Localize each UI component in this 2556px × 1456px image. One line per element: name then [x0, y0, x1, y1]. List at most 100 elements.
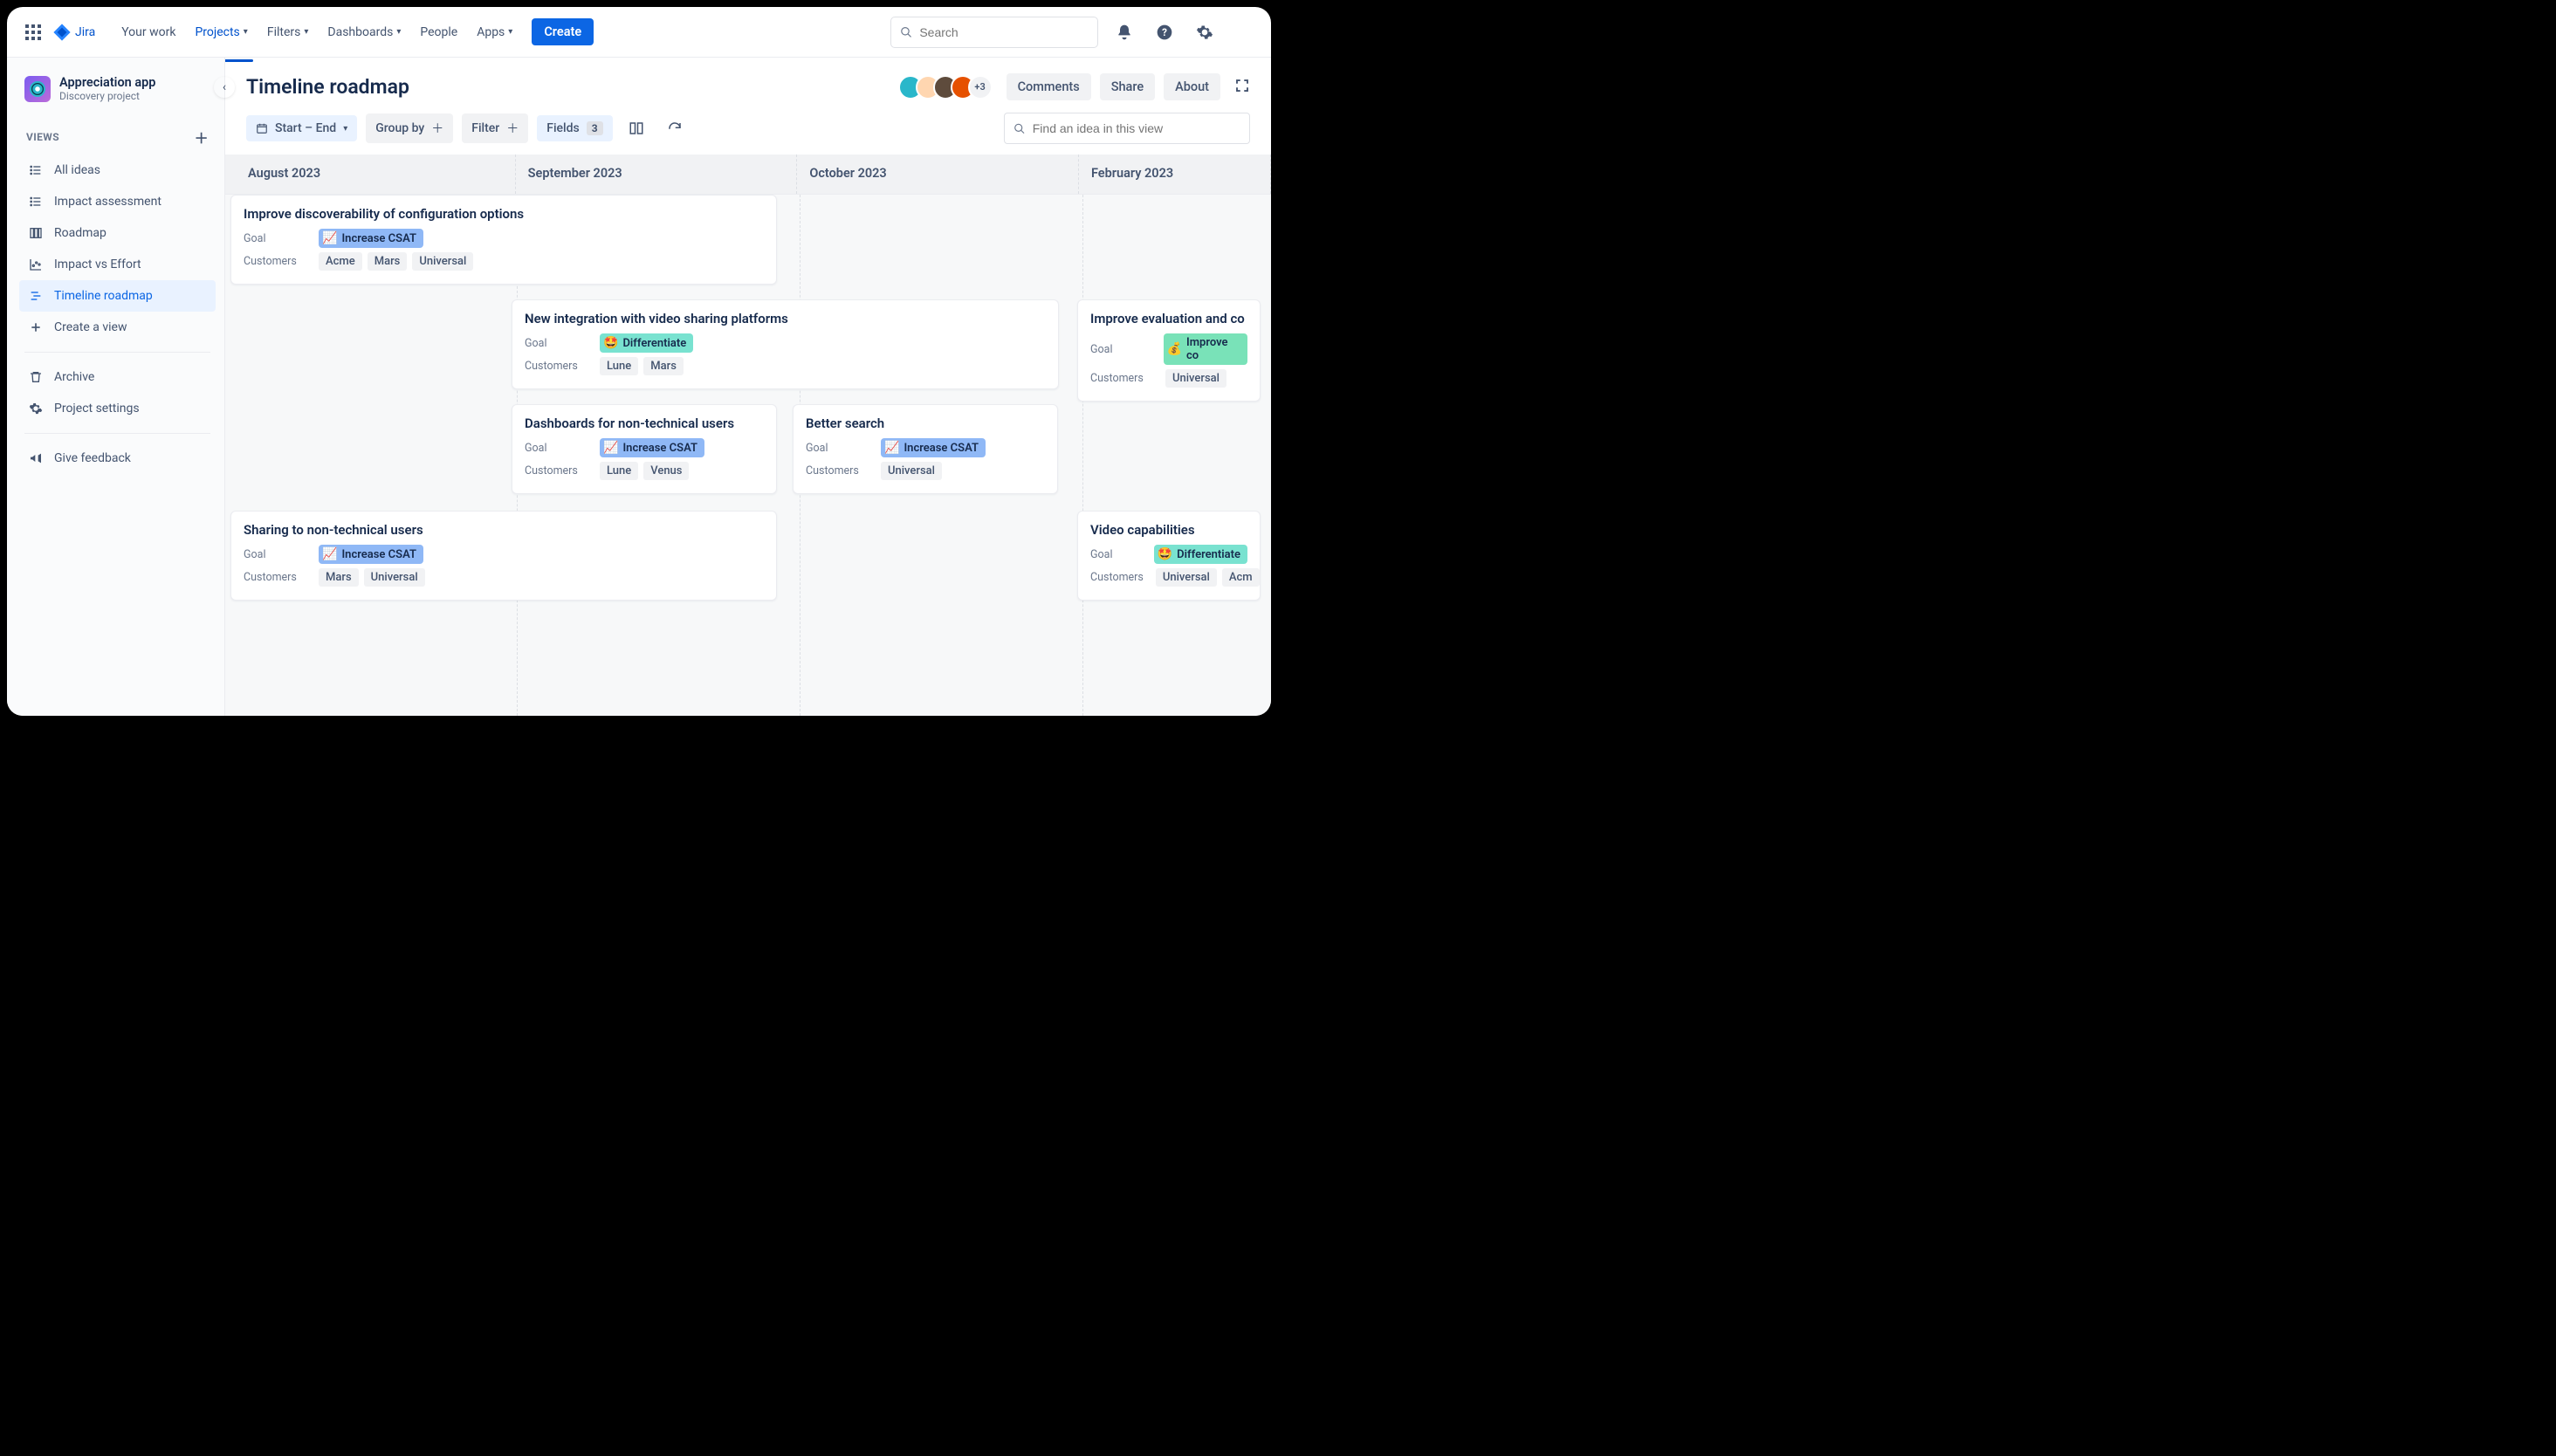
fields-button[interactable]: Fields 3	[537, 115, 612, 141]
customer-chip[interactable]: Universal	[1156, 568, 1217, 587]
sidebar-item-all-ideas[interactable]: All ideas	[19, 155, 216, 186]
app-switcher-icon[interactable]	[23, 22, 44, 43]
goal-tag[interactable]: 💰Improve co	[1164, 333, 1247, 365]
avatar-more[interactable]: +3	[968, 75, 993, 100]
customer-chip[interactable]: Universal	[881, 462, 942, 480]
goal-emoji-icon: 📈	[603, 441, 618, 455]
calendar-icon	[256, 122, 268, 134]
help-icon[interactable]: ?	[1151, 18, 1178, 46]
nav-people[interactable]: People	[411, 18, 466, 46]
idea-title: Better search	[806, 416, 1045, 431]
plus-icon: ＋	[506, 120, 519, 137]
jira-logo[interactable]: Jira	[52, 23, 95, 42]
timeline: August 2023 September 2023 October 2023 …	[225, 155, 1271, 716]
profile-avatar[interactable]	[1231, 20, 1255, 45]
customer-chip[interactable]: Mars	[643, 357, 684, 375]
add-view-icon[interactable]: ＋	[195, 127, 209, 148]
goal-tag[interactable]: 📈Increase CSAT	[319, 229, 423, 248]
nav-filters[interactable]: Filters▾	[258, 18, 318, 46]
sidebar-settings[interactable]: Project settings	[19, 393, 216, 424]
field-label-goal: Goal	[1090, 548, 1142, 561]
customer-chip[interactable]: Universal	[364, 568, 425, 587]
create-button[interactable]: Create	[532, 18, 594, 45]
date-range-picker[interactable]: Start – End ▾	[246, 115, 357, 141]
sidebar-archive[interactable]: Archive	[19, 361, 216, 393]
customer-chip[interactable]: Mars	[319, 568, 359, 587]
idea-title: Improve discoverability of configuration…	[244, 206, 764, 222]
project-header[interactable]: Appreciation app Discovery project	[19, 75, 216, 118]
customer-chip[interactable]: Universal	[1165, 369, 1226, 388]
group-by-button[interactable]: Group by ＋	[366, 113, 453, 143]
customer-chip[interactable]: Acme	[319, 252, 362, 271]
goal-emoji-icon: 📈	[322, 231, 337, 245]
customer-chip[interactable]: Venus	[643, 462, 689, 480]
global-search-input[interactable]	[919, 25, 1089, 39]
fullscreen-icon[interactable]	[1234, 78, 1250, 97]
timeline-column-header: September 2023	[516, 155, 798, 194]
customer-chip[interactable]: Acm	[1222, 568, 1260, 587]
field-label-goal: Goal	[244, 232, 306, 245]
sidebar-item-timeline-roadmap[interactable]: Timeline roadmap	[19, 280, 216, 312]
megaphone-icon	[28, 450, 44, 466]
filter-button[interactable]: Filter ＋	[462, 113, 528, 143]
refresh-icon[interactable]	[660, 113, 690, 143]
sidebar: ‹ Appreciation app Discovery project VIE…	[7, 58, 225, 716]
nav-dashboards[interactable]: Dashboards▾	[319, 18, 409, 46]
global-search[interactable]	[890, 17, 1098, 48]
goal-tag[interactable]: 📈Increase CSAT	[319, 545, 423, 564]
idea-title: Improve evaluation and co	[1090, 311, 1247, 326]
sidebar-item-create-a-view[interactable]: Create a view	[19, 312, 216, 343]
collaborator-avatars[interactable]: +3	[905, 75, 993, 100]
chevron-down-icon: ▾	[396, 27, 401, 37]
layout-settings-icon[interactable]	[622, 113, 651, 143]
settings-icon[interactable]	[1191, 18, 1219, 46]
idea-card[interactable]: Dashboards for non-technical usersGoal📈I…	[512, 404, 777, 494]
goal-tag[interactable]: 🤩Differentiate	[600, 333, 693, 353]
customer-chip[interactable]: Mars	[368, 252, 408, 271]
idea-card[interactable]: Video capabilitiesGoal🤩DifferentiateCust…	[1077, 511, 1261, 601]
plus-icon: ＋	[431, 120, 443, 137]
field-label-customers: Customers	[525, 360, 587, 373]
about-button[interactable]: About	[1164, 73, 1220, 100]
idea-card[interactable]: New integration with video sharing platf…	[512, 299, 1059, 389]
field-label-goal: Goal	[806, 442, 869, 455]
idea-card[interactable]: Improve discoverability of configuration…	[230, 195, 777, 285]
project-type: Discovery project	[59, 90, 155, 102]
find-idea-input[interactable]	[1033, 121, 1240, 135]
goal-emoji-icon: 🤩	[1158, 547, 1172, 561]
field-label-goal: Goal	[525, 337, 587, 350]
share-button[interactable]: Share	[1100, 73, 1155, 100]
idea-card[interactable]: Sharing to non-technical usersGoal📈Incre…	[230, 511, 777, 601]
top-nav: Jira Your workProjects▾Filters▾Dashboard…	[7, 7, 1271, 58]
gear-icon	[28, 401, 44, 416]
project-logo-icon	[24, 76, 51, 102]
search-icon	[900, 25, 912, 39]
sidebar-collapse-button[interactable]: ‹	[214, 77, 235, 98]
customer-chip[interactable]: Universal	[412, 252, 473, 271]
main-content: Timeline roadmap +3 Comments Share About	[225, 58, 1271, 716]
trash-icon	[28, 369, 44, 385]
nav-your-work[interactable]: Your work	[113, 18, 184, 46]
find-idea-search[interactable]	[1004, 113, 1250, 144]
idea-title: New integration with video sharing platf…	[525, 311, 1046, 326]
goal-tag[interactable]: 📈Increase CSAT	[881, 438, 986, 457]
comments-button[interactable]: Comments	[1007, 73, 1091, 100]
customer-chip[interactable]: Lune	[600, 357, 638, 375]
goal-tag[interactable]: 📈Increase CSAT	[600, 438, 704, 457]
timeline-header: August 2023 September 2023 October 2023 …	[225, 155, 1271, 195]
idea-card[interactable]: Better searchGoal📈Increase CSATCustomers…	[793, 404, 1058, 494]
sidebar-feedback[interactable]: Give feedback	[19, 443, 216, 474]
sidebar-item-roadmap[interactable]: Roadmap	[19, 217, 216, 249]
views-section-header: VIEWS ＋	[19, 118, 216, 155]
sidebar-item-impact-vs-effort[interactable]: Impact vs Effort	[19, 249, 216, 280]
search-icon	[1013, 122, 1026, 135]
board-icon	[28, 225, 44, 241]
field-label-customers: Customers	[244, 571, 306, 584]
nav-projects[interactable]: Projects▾	[186, 18, 256, 46]
notifications-icon[interactable]	[1110, 18, 1138, 46]
customer-chip[interactable]: Lune	[600, 462, 638, 480]
idea-card[interactable]: Improve evaluation and coGoal💰Improve co…	[1077, 299, 1261, 402]
nav-apps[interactable]: Apps▾	[468, 18, 521, 46]
goal-tag[interactable]: 🤩Differentiate	[1154, 545, 1247, 564]
sidebar-item-impact-assessment[interactable]: Impact assessment	[19, 186, 216, 217]
